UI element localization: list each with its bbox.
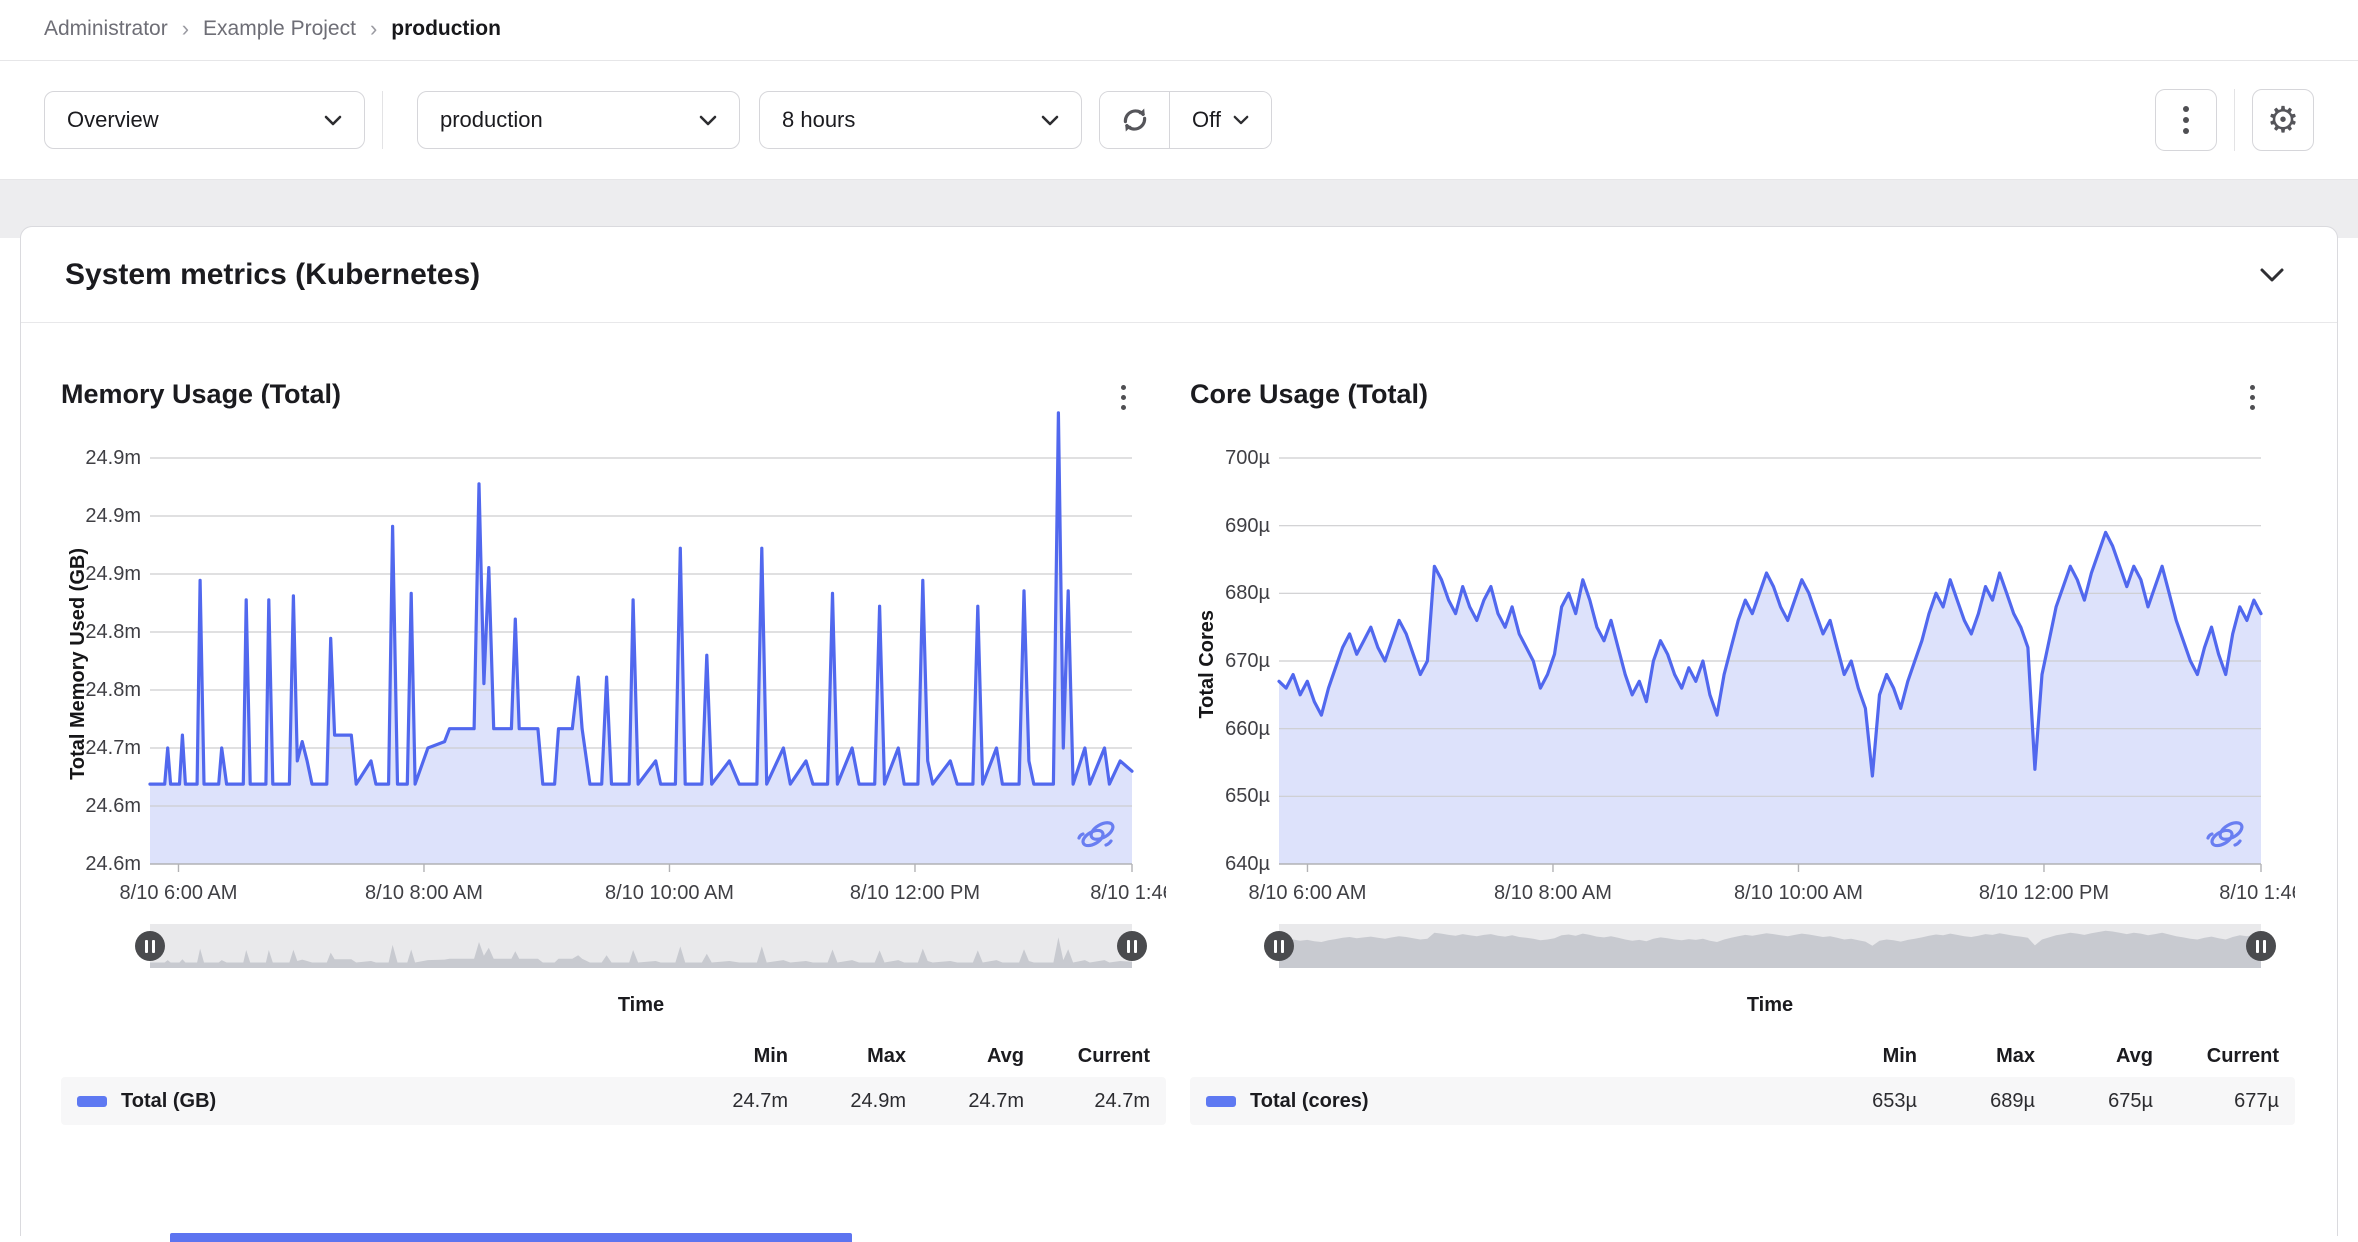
stat-avg: 24.7m bbox=[968, 1089, 1024, 1112]
toolbar-divider bbox=[2234, 89, 2235, 151]
kebab-vertical-icon bbox=[2250, 385, 2255, 410]
series-row: Total (cores) 653µ 689µ 675µ 677µ bbox=[1190, 1077, 2295, 1125]
series-legend[interactable]: Total (GB) bbox=[77, 1090, 670, 1113]
brush-minimap bbox=[150, 937, 1132, 968]
chart-menu-button[interactable] bbox=[1111, 379, 1136, 416]
rocket-doodle-icon bbox=[1075, 818, 1121, 852]
breadcrumb: Administrator › Example Project › produc… bbox=[0, 0, 2358, 60]
breadcrumb-separator-icon: › bbox=[181, 16, 190, 41]
view-select[interactable]: Overview bbox=[44, 91, 365, 149]
chart-title: Memory Usage (Total) bbox=[61, 379, 342, 409]
chart-menu-button[interactable] bbox=[2240, 379, 2265, 416]
time-range-value: 8 hours bbox=[782, 107, 856, 132]
chart-plot[interactable] bbox=[1277, 456, 2263, 878]
time-range-select[interactable]: 8 hours bbox=[759, 91, 1082, 149]
y-axis-ticks: 24.9m 24.9m 24.9m 24.8m 24.8m 24.7m 24.6m 24.6m bbox=[85, 447, 141, 875]
breadcrumb-item-current: production bbox=[391, 17, 501, 40]
refresh-control: Off bbox=[1099, 91, 1272, 149]
memory-usage-chart: Memory Usage (Total) Total Memory Used (… bbox=[61, 323, 1166, 1125]
gear-icon: ⚙ bbox=[2266, 99, 2300, 140]
next-chart-partial bbox=[170, 1233, 852, 1242]
toolbar-divider bbox=[382, 91, 383, 149]
core-usage-chart: Core Usage (Total) Total Cores 700µ 690µ 6… bbox=[1190, 323, 2295, 1125]
plot-area: Total Memory Used (GB) 24.9m 24.9m 24.9m 24… bbox=[61, 411, 1166, 912]
chart-title: Core Usage (Total) bbox=[1190, 379, 1429, 409]
rocket-doodle-icon bbox=[2204, 818, 2250, 852]
series-label: Total (cores) bbox=[1250, 1089, 1369, 1112]
charts-row: Memory Usage (Total) Total Memory Used (… bbox=[21, 323, 2337, 1125]
brush-handle-left[interactable] bbox=[1264, 931, 1294, 961]
stat-min: 24.7m bbox=[732, 1089, 788, 1112]
brush-handle-right[interactable] bbox=[2246, 931, 2276, 961]
refresh-interval-value: Off bbox=[1192, 107, 1221, 132]
brush-handle-right[interactable] bbox=[1117, 931, 1147, 961]
plot-area: Total Cores 700µ 690µ 680µ 670µ 660µ 650µ 640µ… bbox=[1190, 447, 2296, 912]
refresh-icon bbox=[1119, 104, 1151, 136]
time-brush[interactable] bbox=[1264, 924, 2276, 968]
stat-header-current: Current bbox=[2206, 1044, 2279, 1067]
chart-plot[interactable] bbox=[148, 411, 1134, 878]
brush-handle-left[interactable] bbox=[135, 931, 165, 961]
stat-min: 653µ bbox=[1872, 1089, 1917, 1112]
y-axis-ticks: 700µ 690µ 680µ 670µ 660µ 650µ 640µ bbox=[1225, 447, 1270, 875]
x-axis-ticks: 8/10 6:00 AM 8/10 8:00 AM 8/10 10:00 AM 8/1… bbox=[1248, 882, 2295, 904]
stat-max: 24.9m bbox=[850, 1089, 906, 1112]
time-brush[interactable] bbox=[135, 924, 1147, 968]
breadcrumb-item-project[interactable]: Example Project bbox=[203, 17, 356, 41]
chevron-down-icon bbox=[1041, 115, 1059, 126]
series-label: Total (GB) bbox=[121, 1089, 217, 1112]
refresh-button[interactable] bbox=[1100, 92, 1170, 148]
section-title: System metrics (Kubernetes) bbox=[65, 257, 481, 291]
system-metrics-card: System metrics (Kubernetes) Memory Usage… bbox=[20, 226, 2338, 1236]
more-actions-button[interactable] bbox=[2155, 89, 2217, 151]
settings-button[interactable]: ⚙ bbox=[2252, 89, 2314, 151]
instance-select[interactable]: production bbox=[417, 91, 740, 149]
series-swatch bbox=[1206, 1095, 1236, 1107]
series-swatch bbox=[77, 1095, 107, 1107]
stat-header-max: Max bbox=[867, 1044, 906, 1067]
chevron-down-icon bbox=[699, 115, 717, 126]
view-select-value: Overview bbox=[67, 107, 159, 132]
stat-header-max: Max bbox=[1996, 1044, 2035, 1067]
x-axis-title: Time bbox=[617, 994, 665, 1016]
collapse-section-button[interactable] bbox=[2251, 259, 2293, 291]
refresh-interval-select[interactable]: Off bbox=[1170, 92, 1271, 148]
breadcrumb-item-administrator[interactable]: Administrator bbox=[44, 17, 168, 41]
stat-avg: 675µ bbox=[2108, 1089, 2153, 1112]
series-legend[interactable]: Total (cores) bbox=[1206, 1090, 1799, 1113]
series-row: Total (GB) 24.7m 24.9m 24.7m 24.7m bbox=[61, 1077, 1166, 1125]
x-axis-ticks: 8/10 6:00 AM 8/10 8:00 AM 8/10 10:00 AM 8/1… bbox=[119, 882, 1166, 904]
stat-header-current: Current bbox=[1077, 1044, 1150, 1067]
card-header: System metrics (Kubernetes) bbox=[21, 227, 2337, 323]
chevron-down-icon bbox=[1233, 115, 1249, 125]
toolbar: Overview production 8 hours Off ⚙ bbox=[0, 61, 2358, 180]
instance-select-value: production bbox=[440, 107, 543, 132]
stat-current: 24.7m bbox=[1094, 1089, 1150, 1112]
x-axis-title: Time bbox=[1746, 994, 1794, 1016]
kebab-vertical-icon bbox=[1121, 385, 1126, 410]
stat-max: 689µ bbox=[1990, 1089, 2035, 1112]
stat-header-avg: Avg bbox=[2115, 1044, 2153, 1067]
chart-stats-table: Min Max Avg Current Total (cores) 653µ 6… bbox=[1190, 1035, 2295, 1125]
kebab-vertical-icon bbox=[2183, 106, 2189, 134]
stat-current: 677µ bbox=[2234, 1089, 2279, 1112]
chevron-down-icon bbox=[324, 115, 342, 126]
stat-header-min: Min bbox=[1882, 1044, 1917, 1067]
brush-minimap bbox=[1279, 930, 2261, 968]
stat-header-min: Min bbox=[753, 1044, 788, 1067]
stat-header-avg: Avg bbox=[986, 1044, 1024, 1067]
chart-stats-table: Min Max Avg Current Total (GB) 24.7m 24.… bbox=[61, 1035, 1166, 1125]
breadcrumb-separator-icon: › bbox=[369, 16, 378, 41]
chevron-down-icon bbox=[2259, 267, 2285, 283]
